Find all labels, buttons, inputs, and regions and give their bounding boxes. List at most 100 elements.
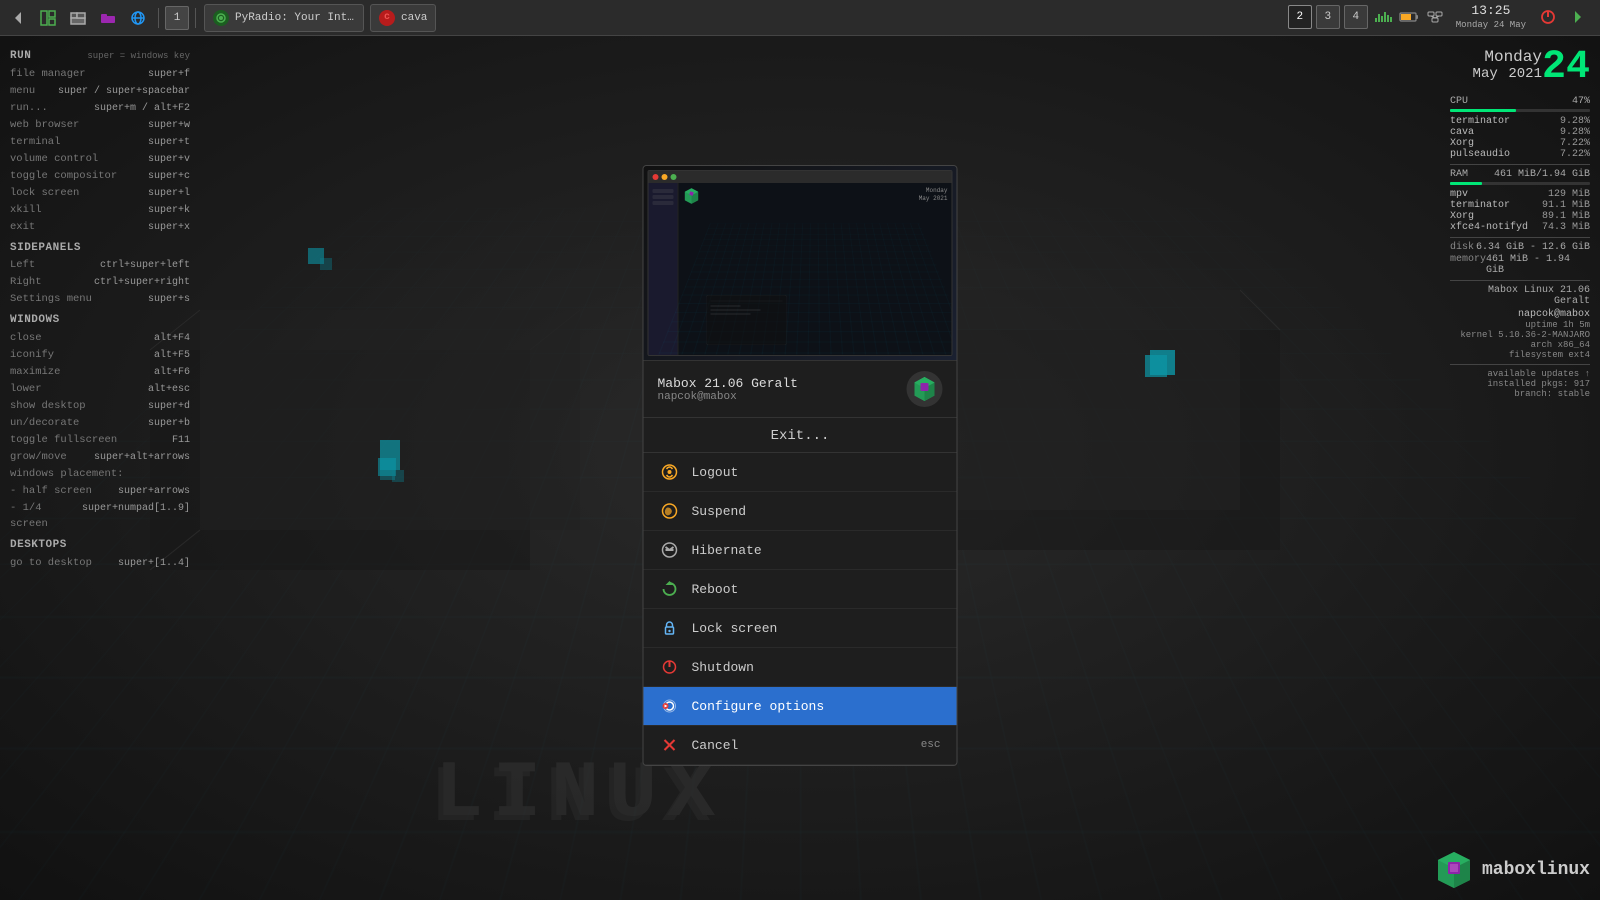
ram-bar (1450, 182, 1590, 185)
clock-display: 13:25 Monday 24 May (1456, 3, 1526, 32)
cancel-icon (660, 735, 680, 755)
workspace-2[interactable]: 2 (1288, 5, 1312, 29)
cancel-item[interactable]: Cancel esc (644, 726, 957, 765)
memory-info: memory 461 MiB - 1.94 GiB (1450, 254, 1590, 276)
preview-terminal (707, 295, 787, 345)
globe-icon[interactable] (124, 4, 152, 32)
process-row: cava9.28% (1450, 127, 1590, 138)
kernel-info: kernel 5.10.36-2-MANJARO (1450, 330, 1590, 340)
date-year: 2021 (1508, 66, 1542, 82)
configure-label: Configure options (692, 699, 941, 714)
workspace-1[interactable]: 1 (165, 6, 189, 30)
arrow-left-icon[interactable] (4, 4, 32, 32)
brand-logo-icon (1434, 850, 1474, 890)
right-panel: 24 Monday May 2021 CPU 47% terminator9.2… (1440, 40, 1600, 407)
ram-process-list: mpv129 MiB terminator91.1 MiB Xorg89.1 M… (1450, 189, 1590, 233)
network-tray-icon[interactable] (1424, 6, 1446, 28)
hibernate-label: Hibernate (692, 543, 941, 558)
pkgs-info: installed pkgs: 917 (1450, 379, 1590, 389)
popup-preview-inner: MondayMay 2021 (648, 170, 953, 356)
process-row: pulseaudio7.22% (1450, 149, 1590, 160)
lock-screen-item[interactable]: Lock screen (644, 609, 957, 648)
popup-brand-badge (907, 371, 943, 407)
pyradio-label: PyRadio: Your Internet Radio ... (235, 12, 355, 24)
shutdown-icon (660, 657, 680, 677)
taskbar-right: 2 3 4 (1280, 3, 1600, 32)
arrow-right-icon[interactable] (1564, 3, 1592, 31)
process-row: xfce4-notifyd74.3 MiB (1450, 222, 1590, 233)
process-row: terminator9.28% (1450, 116, 1590, 127)
lock-screen-label: lock screen (10, 185, 79, 202)
reboot-label: Reboot (692, 582, 941, 597)
cava-label: cava (401, 12, 427, 24)
run-title: RUN (10, 48, 31, 66)
cpu-percent: 47% (1572, 96, 1590, 107)
preview-topbar (649, 171, 952, 183)
suspend-icon (660, 501, 680, 521)
preview-main: MondayMay 2021 (679, 183, 952, 355)
lock-screen-label: Lock screen (692, 621, 941, 636)
shutdown-label: Shutdown (692, 660, 941, 675)
os-label: Mabox Linux 21.06 Geralt (1450, 285, 1590, 307)
taskbar-left: 1 PyRadio: Your Internet Radio ... c cav… (0, 4, 442, 32)
taskbar: 1 PyRadio: Your Internet Radio ... c cav… (0, 0, 1600, 36)
process-row: Xorg7.22% (1450, 138, 1590, 149)
battery-tray-icon[interactable] (1398, 6, 1420, 28)
preview-date: MondayMay 2021 (919, 187, 948, 203)
ram-value: 461 MiB/1.94 GiB (1494, 169, 1590, 180)
reboot-icon (660, 579, 680, 599)
configure-icon (660, 696, 680, 716)
filesystem-info: filesystem ext4 (1450, 350, 1590, 360)
divider-4 (1450, 364, 1590, 365)
bottom-brand: maboxlinux (1434, 850, 1590, 890)
arch-info: arch x86_64 (1450, 340, 1590, 350)
suspend-item[interactable]: Suspend (644, 492, 957, 531)
date-day-number: 24 (1542, 48, 1590, 88)
popup-user-email: napcok@mabox (658, 391, 798, 403)
configure-item[interactable]: Configure options (644, 687, 957, 726)
tiling-icon[interactable] (34, 4, 62, 32)
divider (1450, 164, 1590, 165)
hibernate-item[interactable]: Hibernate (644, 531, 957, 570)
popup-preview: MondayMay 2021 (644, 166, 957, 361)
power-button[interactable] (1536, 5, 1560, 29)
cpu-tray-icon[interactable] (1372, 6, 1394, 28)
separator-1 (158, 8, 159, 28)
lock-screen-icon (660, 618, 680, 638)
disk-info: disk 6.34 GiB - 12.6 GiB (1450, 242, 1590, 253)
popup-username: Mabox 21.06 Geralt (658, 376, 798, 391)
workspace-3[interactable]: 3 (1316, 5, 1340, 29)
minimize-dot (662, 174, 668, 180)
cava-app[interactable]: c cava (370, 4, 436, 32)
workspace-4[interactable]: 4 (1344, 5, 1368, 29)
maximize-dot (671, 174, 677, 180)
brand-name: maboxlinux (1482, 860, 1590, 880)
popup-user-bar: Mabox 21.06 Geralt napcok@mabox (644, 361, 957, 418)
files-icon[interactable] (64, 4, 92, 32)
windows-title: WINDOWS (10, 312, 190, 330)
shutdown-item[interactable]: Shutdown (644, 648, 957, 687)
process-row: mpv129 MiB (1450, 189, 1590, 200)
reboot-item[interactable]: Reboot (644, 570, 957, 609)
logout-item[interactable]: Logout (644, 453, 957, 492)
pyradio-icon (213, 10, 229, 26)
pyradio-app[interactable]: PyRadio: Your Internet Radio ... (204, 4, 364, 32)
close-dot (653, 174, 659, 180)
ram-label: RAM (1450, 169, 1468, 180)
divider-3 (1450, 280, 1590, 281)
sidepanels-title: SIDEPANELS (10, 240, 190, 258)
cpu-process-list: terminator9.28% cava9.28% Xorg7.22% puls… (1450, 116, 1590, 160)
folder-icon[interactable] (94, 4, 122, 32)
half-screen-label: - half screen (10, 483, 92, 500)
preview-grid (658, 223, 952, 354)
suspend-label: Suspend (692, 504, 941, 519)
popup-user-info: Mabox 21.06 Geralt napcok@mabox (658, 376, 798, 403)
uptime-info: uptime 1h 5m (1450, 320, 1590, 330)
hibernate-icon (660, 540, 680, 560)
cava-icon: c (379, 10, 395, 26)
user-info: napcok@mabox (1450, 309, 1590, 320)
exit-popup: MondayMay 2021 Mabox 21.06 Geralt nap (643, 165, 958, 766)
desktops-title: DESKTOPS (10, 537, 190, 555)
cancel-label: Cancel (692, 738, 909, 753)
logout-icon (660, 462, 680, 482)
